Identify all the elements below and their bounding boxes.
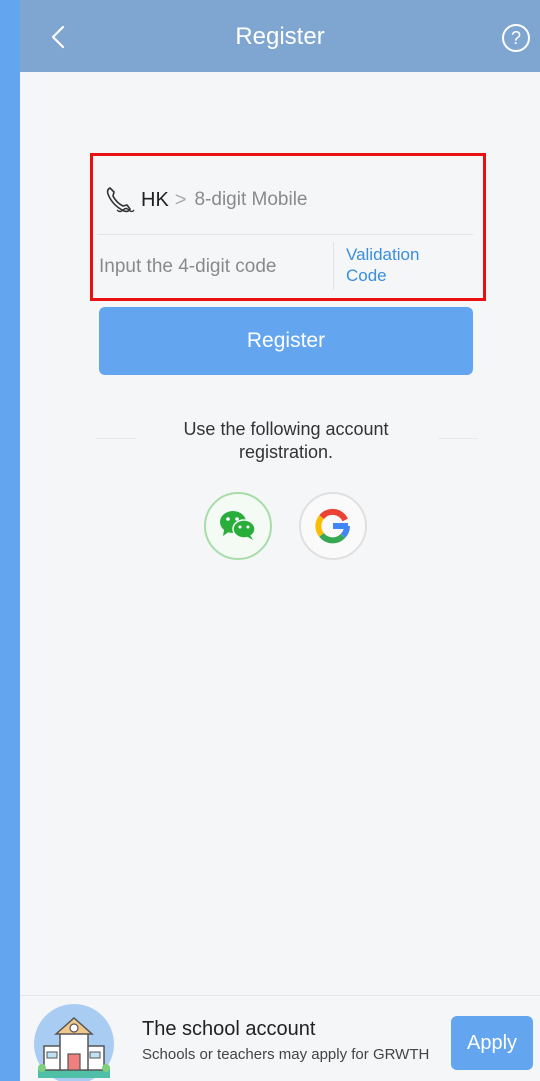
school-account-description: Schools or teachers may apply for GRWTH bbox=[142, 1046, 430, 1063]
alternative-text-line2: registration. bbox=[238, 442, 334, 462]
wechat-register-button[interactable] bbox=[204, 492, 272, 560]
get-validation-code-button[interactable]: Validation Code bbox=[346, 244, 456, 290]
google-icon bbox=[315, 508, 350, 544]
country-code-selector[interactable]: HK bbox=[141, 189, 169, 212]
alternative-text-line1: Use the following account bbox=[183, 419, 389, 439]
divider bbox=[96, 438, 136, 439]
phone-icon bbox=[106, 187, 135, 213]
google-register-button[interactable] bbox=[299, 492, 367, 560]
wechat-icon bbox=[220, 511, 256, 540]
top-app-bar: Register ? bbox=[20, 0, 540, 72]
divider bbox=[97, 234, 473, 235]
validation-label-line1: Validation bbox=[346, 245, 420, 264]
school-account-title: The school account bbox=[142, 1018, 316, 1040]
divider bbox=[438, 438, 478, 439]
chevron-right-icon: > bbox=[174, 188, 187, 211]
highlighted-form-area: HK > Validation Code bbox=[90, 153, 486, 301]
validation-code-input[interactable] bbox=[99, 246, 329, 288]
register-button[interactable]: Register bbox=[99, 307, 473, 375]
mobile-row: HK > bbox=[103, 166, 473, 234]
apply-button[interactable]: Apply bbox=[451, 1016, 533, 1070]
validation-label-line2: Code bbox=[346, 266, 387, 285]
alternative-registration-text: Use the following account registration. bbox=[160, 418, 412, 464]
divider bbox=[333, 242, 334, 290]
school-account-banner: The school account Schools or teachers m… bbox=[20, 995, 540, 1081]
mobile-number-input[interactable] bbox=[194, 189, 395, 211]
page-title: Register bbox=[235, 23, 325, 50]
school-building-icon bbox=[34, 1004, 114, 1081]
help-circle-icon[interactable]: ? bbox=[502, 24, 530, 52]
register-screen: Register ? HK > Validation Code Register… bbox=[20, 0, 540, 1081]
